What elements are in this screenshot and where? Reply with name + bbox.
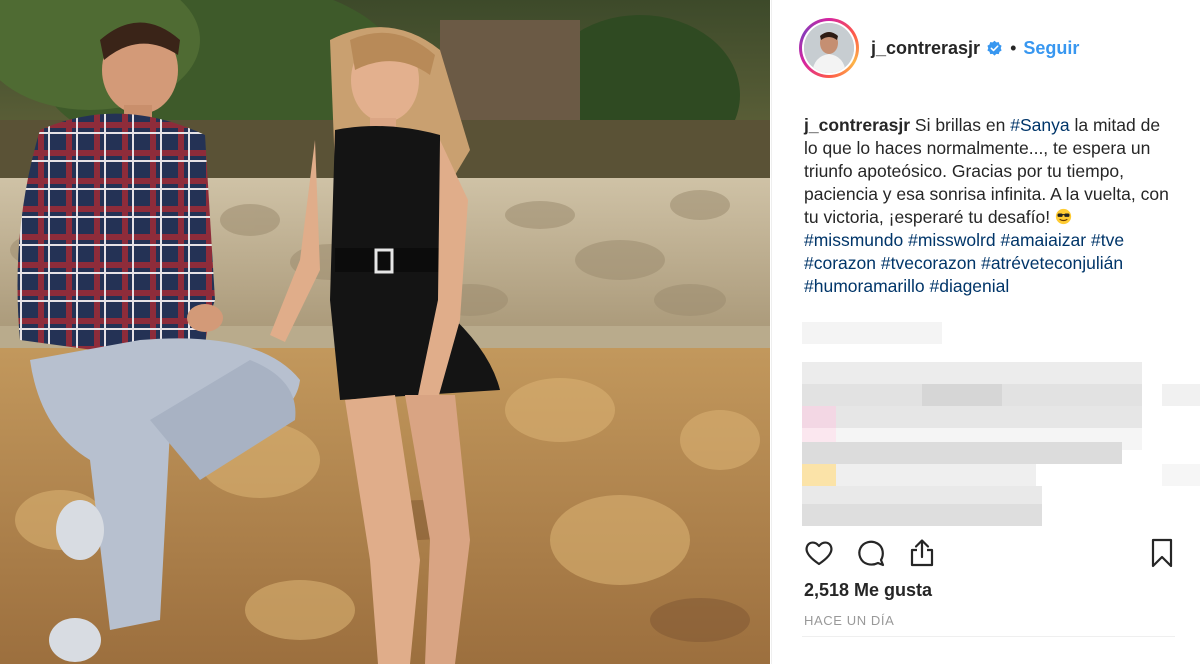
hashtag-link[interactable]: #amaiaizar [1001, 230, 1087, 250]
caption-username[interactable]: j_contrerasjr [804, 115, 910, 135]
pixelated-comments [802, 318, 1200, 534]
sunglasses-emoji-icon [1055, 208, 1072, 225]
hashtag-link[interactable]: #missmundo [804, 230, 903, 250]
post-photo[interactable] [0, 0, 770, 664]
separator-dot: • [1010, 37, 1017, 58]
username-link[interactable]: j_contrerasjr [871, 38, 980, 59]
hashtag-link[interactable]: #tvecorazon [881, 253, 976, 273]
bookmark-icon[interactable] [1145, 536, 1179, 570]
post-header: j_contrerasjr • Seguir [772, 0, 1200, 96]
hashtag-link[interactable]: #misswolrd [908, 230, 996, 250]
hashtag-link[interactable]: #humoramarillo [804, 276, 925, 296]
divider [802, 636, 1175, 637]
post-timestamp[interactable]: HACE UN DÍA [804, 613, 894, 628]
avatar-story-ring[interactable] [799, 18, 859, 78]
follow-button[interactable]: Seguir [1023, 38, 1079, 59]
likes-count[interactable]: 2,518 Me gusta [804, 580, 932, 601]
caption-text-1: Si brillas en [914, 115, 1006, 135]
avatar[interactable] [804, 23, 854, 73]
hashtag-link[interactable]: #tve [1091, 230, 1124, 250]
hashtag-link[interactable]: #diagenial [929, 276, 1009, 296]
post-caption: j_contrerasjr Si brillas en #Sanya la mi… [804, 114, 1174, 298]
post-sidebar: j_contrerasjr • Seguir j_contrerasjr Si … [771, 0, 1200, 664]
share-icon[interactable] [905, 536, 939, 570]
hashtag-link[interactable]: #corazon [804, 253, 876, 273]
hashtag-link[interactable]: #Sanya [1010, 115, 1069, 135]
post-actions [802, 536, 1182, 570]
hashtag-link[interactable]: #atréveteconjulián [981, 253, 1123, 273]
post-image [0, 0, 770, 664]
heart-icon[interactable] [802, 536, 836, 570]
comment-icon[interactable] [854, 536, 888, 570]
verified-badge-icon [987, 40, 1002, 56]
